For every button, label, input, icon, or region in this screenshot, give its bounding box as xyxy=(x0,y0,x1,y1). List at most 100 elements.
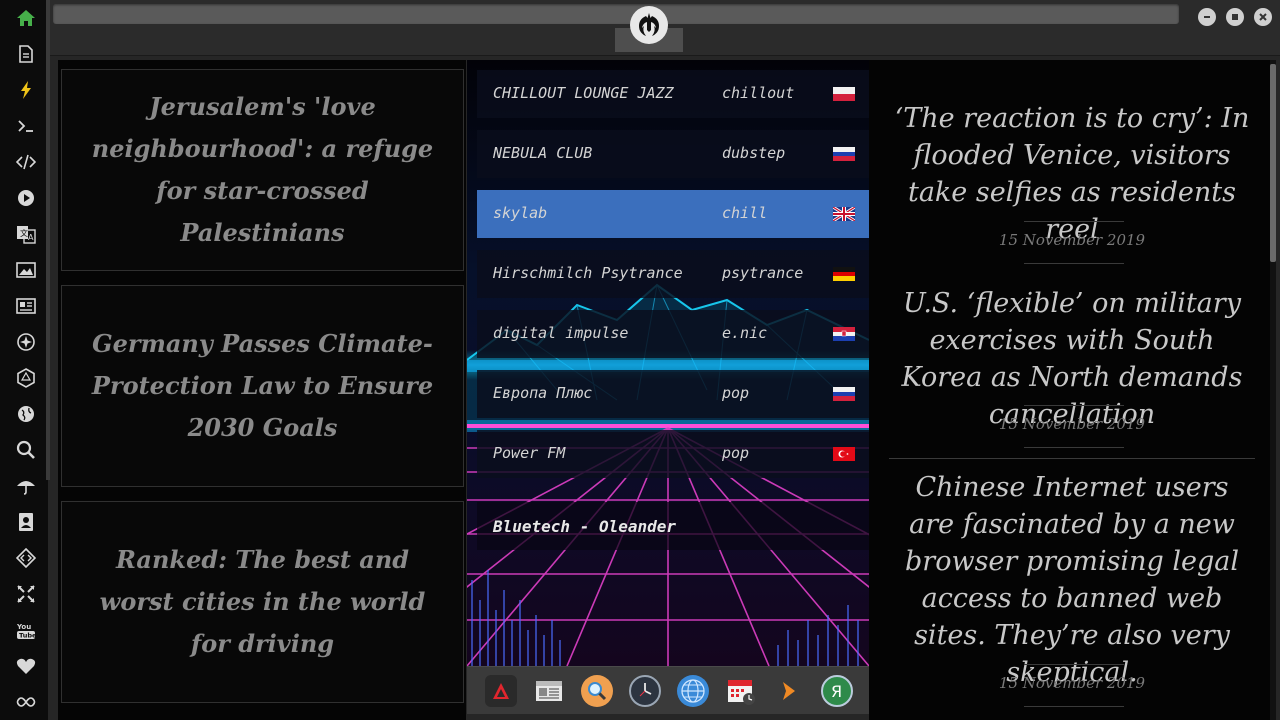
divider xyxy=(1024,447,1124,448)
sidebar: 文A You Tube xyxy=(0,0,50,720)
clock-icon[interactable] xyxy=(629,675,661,707)
station-item[interactable]: Европа Плюс pop xyxy=(477,370,869,418)
svg-text:Я: Я xyxy=(831,682,842,701)
station-item[interactable]: NEBULA CLUB dubstep xyxy=(477,130,869,178)
svg-text:文: 文 xyxy=(20,228,28,238)
croatia-flag-icon xyxy=(833,327,855,341)
app-launcher-icon[interactable] xyxy=(485,675,517,707)
news-reader-icon[interactable] xyxy=(533,675,565,707)
news-card[interactable]: ‘The reaction is to cry’: In flooded Ven… xyxy=(889,100,1255,248)
left-news-column: Jerusalem's 'love neighbourhood': a refu… xyxy=(58,60,466,720)
divider xyxy=(1024,263,1124,264)
news-card[interactable]: Ranked: The best and worst cities in the… xyxy=(61,501,464,703)
address-bar[interactable] xyxy=(53,4,1179,24)
globe-icon[interactable] xyxy=(13,401,39,427)
right-news-column: ‘The reaction is to cry’: In flooded Ven… xyxy=(869,60,1270,720)
now-playing-bar[interactable]: Bluetech - Oleander xyxy=(477,502,869,550)
minimize-button[interactable] xyxy=(1198,8,1216,26)
station-name: Hirschmilch Psytrance xyxy=(493,264,683,282)
yandex-icon[interactable]: Я xyxy=(821,675,853,707)
news-card[interactable]: U.S. ‘flexible’ on military exercises wi… xyxy=(889,285,1255,433)
top-bar xyxy=(50,0,1280,56)
newspaper-icon[interactable] xyxy=(13,293,39,319)
station-genre: chillout xyxy=(722,84,795,102)
news-title: U.S. ‘flexible’ on military exercises wi… xyxy=(901,288,1243,430)
search-icon[interactable] xyxy=(13,437,39,463)
divider xyxy=(1024,706,1124,707)
poland-flag-icon xyxy=(833,87,855,101)
heart-icon[interactable] xyxy=(13,653,39,679)
radio-panel: CHILLOUT LOUNGE JAZZ chillout NEBULA CLU… xyxy=(467,60,869,666)
youtube-icon[interactable]: You Tube xyxy=(13,617,39,643)
station-item-selected[interactable]: skylab chill xyxy=(477,190,869,238)
atom-icon[interactable] xyxy=(13,329,39,355)
news-date-wrap: 15 November 2019 xyxy=(889,231,1255,249)
station-genre: pop xyxy=(722,384,750,402)
contacts-icon[interactable] xyxy=(13,509,39,535)
divider xyxy=(1024,221,1124,222)
russia-flag-icon xyxy=(833,147,855,161)
russia-flag-icon xyxy=(833,387,855,401)
station-genre: pop xyxy=(722,444,750,462)
station-name: NEBULA CLUB xyxy=(493,144,593,162)
news-date: 15 November 2019 xyxy=(998,674,1146,692)
news-title: Ranked: The best and worst cities in the… xyxy=(99,545,426,658)
uk-flag-icon xyxy=(833,207,855,221)
bolt-icon[interactable] xyxy=(13,77,39,103)
rebel-alliance-logo-icon[interactable] xyxy=(630,6,668,44)
turkey-flag-icon xyxy=(833,447,855,461)
close-button[interactable] xyxy=(1254,8,1272,26)
station-name: skylab xyxy=(493,204,548,222)
station-item[interactable]: digital impulse e.nic xyxy=(477,310,869,358)
news-title: ‘The reaction is to cry’: In flooded Ven… xyxy=(894,103,1250,245)
document-icon[interactable] xyxy=(13,41,39,67)
infinity-icon[interactable] xyxy=(13,689,39,715)
terminal-icon[interactable] xyxy=(13,113,39,139)
news-title: Germany Passes Climate-Protection Law to… xyxy=(91,329,434,442)
svg-text:Tube: Tube xyxy=(19,632,36,640)
station-genre: e.nic xyxy=(722,324,768,342)
maximize-button[interactable] xyxy=(1226,8,1244,26)
now-playing-track: Bluetech - Oleander xyxy=(493,517,677,536)
station-name: Power FM xyxy=(493,444,566,462)
station-item[interactable]: Hirschmilch Psytrance psytrance xyxy=(477,250,869,298)
app-window: 文A You Tube Jerusalem's 'love neighbourh… xyxy=(0,0,1280,720)
germany-flag-icon xyxy=(833,267,855,281)
station-genre: psytrance xyxy=(722,264,804,282)
station-item[interactable]: Power FM pop xyxy=(477,430,869,478)
search-app-icon[interactable] xyxy=(581,675,613,707)
code-icon[interactable] xyxy=(13,149,39,175)
calendar-icon[interactable] xyxy=(725,675,757,707)
translate-icon[interactable]: 文A xyxy=(13,221,39,247)
right-scrollbar-thumb[interactable] xyxy=(1270,64,1276,262)
svg-text:A: A xyxy=(28,233,34,242)
news-card[interactable]: Germany Passes Climate-Protection Law to… xyxy=(61,285,464,487)
station-genre: chill xyxy=(722,204,768,222)
sidebar-scrollbar[interactable] xyxy=(46,0,50,480)
news-date: 15 November 2019 xyxy=(998,231,1146,249)
forward-arrow-icon[interactable] xyxy=(773,675,805,707)
image-icon[interactable] xyxy=(13,257,39,283)
news-date: 15 November 2019 xyxy=(998,415,1146,433)
hexagon-icon[interactable] xyxy=(13,365,39,391)
news-date-wrap: 15 November 2019 xyxy=(889,674,1255,692)
station-name: CHILLOUT LOUNGE JAZZ xyxy=(493,84,674,102)
news-card[interactable]: Chinese Internet users are fascinated by… xyxy=(889,469,1255,691)
station-item[interactable]: CHILLOUT LOUNGE JAZZ chillout xyxy=(477,70,869,118)
station-genre: dubstep xyxy=(722,144,786,162)
divider xyxy=(1024,664,1124,665)
news-title: Chinese Internet users are fascinated by… xyxy=(905,472,1239,688)
umbrella-icon[interactable] xyxy=(13,473,39,499)
svg-text:You: You xyxy=(16,623,31,631)
home-icon[interactable] xyxy=(13,5,39,31)
divider xyxy=(1024,405,1124,406)
expand-icon[interactable] xyxy=(13,581,39,607)
station-name: Европа Плюс xyxy=(493,384,593,402)
station-name: digital impulse xyxy=(493,324,629,342)
play-icon[interactable] xyxy=(13,185,39,211)
news-card[interactable]: Jerusalem's 'love neighbourhood': a refu… xyxy=(61,69,464,271)
news-date-wrap: 15 November 2019 xyxy=(889,415,1255,433)
browser-globe-icon[interactable] xyxy=(677,675,709,707)
news-title: Jerusalem's 'love neighbourhood': a refu… xyxy=(91,92,434,247)
diamond-code-icon[interactable] xyxy=(13,545,39,571)
